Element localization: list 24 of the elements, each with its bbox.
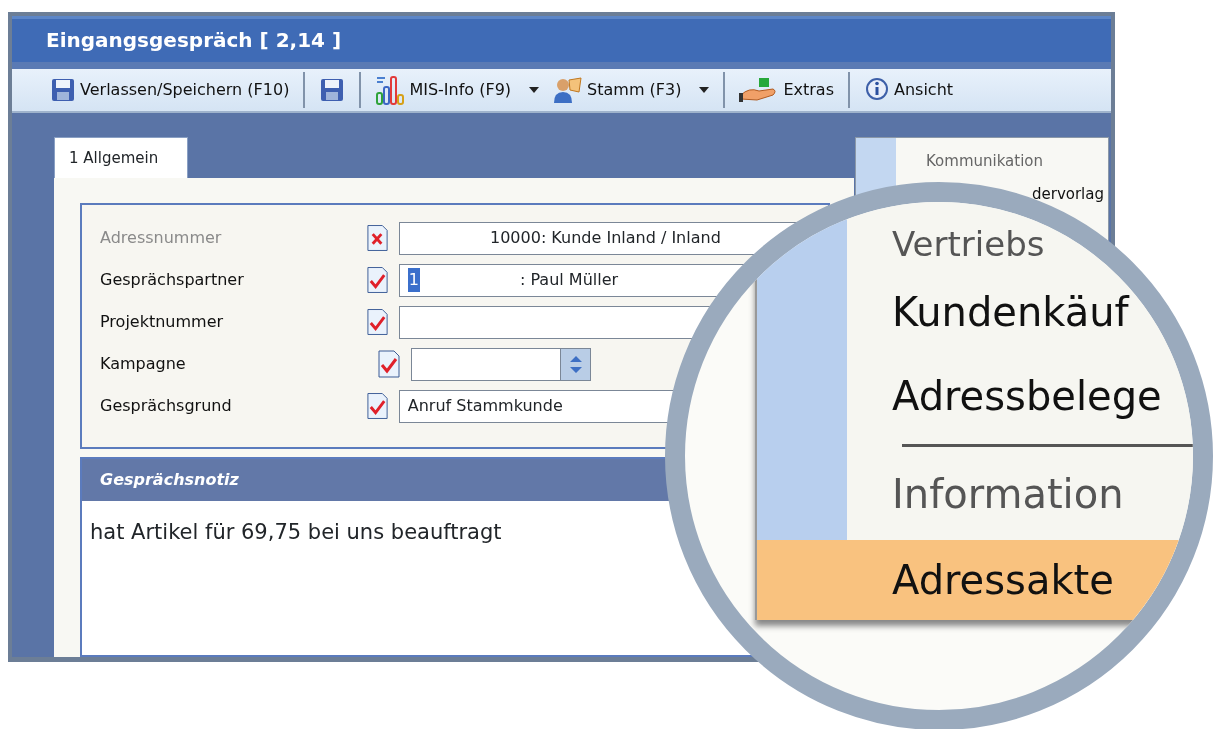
window-title: Eingangsgespräch [ 2,14 ] xyxy=(12,16,1111,62)
toolbar-button[interactable]: Extras xyxy=(735,74,838,105)
field-label: Projektnummer xyxy=(100,311,225,333)
toolbar-button[interactable]: Verlassen/Speichern (F10) xyxy=(46,74,294,105)
selected-text: 1 xyxy=(407,268,420,292)
spin-button[interactable] xyxy=(560,348,590,380)
field-value: Anruf Stammkunde xyxy=(407,395,563,417)
spinner-field[interactable] xyxy=(411,347,591,381)
toolbar-button[interactable]: Ansicht xyxy=(860,74,958,105)
bar-chart-icon xyxy=(375,74,406,105)
person-icon xyxy=(553,75,584,104)
field-label: Kampagne xyxy=(100,353,187,375)
caret-icon xyxy=(699,86,710,93)
caret-icon xyxy=(529,86,540,93)
toolbar-button[interactable]: MIS-Info (F9) xyxy=(371,72,544,107)
field-label: Adressnummer xyxy=(100,227,223,249)
field-value: 10000: Kunde Inland / Inland xyxy=(490,227,721,249)
info-icon xyxy=(864,76,890,103)
tab[interactable]: 1 Allgemein xyxy=(54,136,188,178)
field-label: Gesprächsgrund xyxy=(100,395,233,417)
field-value: : Paul Müller xyxy=(519,269,619,291)
field-label: Gesprächspartner xyxy=(100,269,245,291)
toolbar-button[interactable]: Stamm (F3) xyxy=(549,73,714,106)
notes-text: hat Artikel für 69,75 bei uns beauftragt xyxy=(90,520,502,544)
